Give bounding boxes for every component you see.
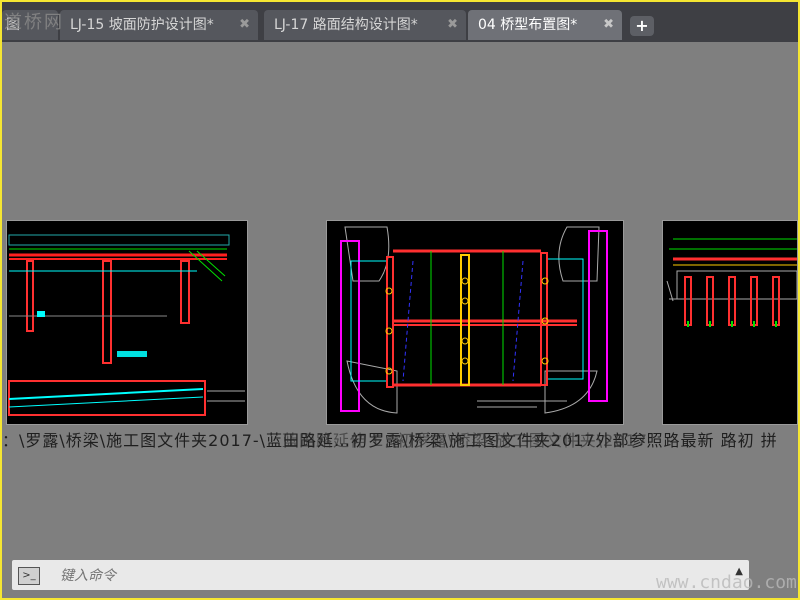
drawing-preview-1[interactable] (6, 220, 248, 425)
tab-lj17[interactable]: LJ-17 路面结构设计图* ✖ (264, 10, 466, 40)
drawing-preview-2[interactable] (326, 220, 624, 425)
tab-04-bridge-layout[interactable]: 04 桥型布置图* ✖ (468, 10, 622, 40)
tab-bar: 图 LJ-15 坡面防护设计图* ✖ LJ-17 路面结构设计图* ✖ 04 桥… (2, 2, 798, 42)
tab-lj15[interactable]: LJ-15 坡面防护设计图* ✖ (60, 10, 258, 40)
tab-label: LJ-17 路面结构设计图* (274, 17, 418, 33)
terminal-icon[interactable]: >_ (18, 567, 40, 585)
drawing-thumbnail-2 (340, 226, 608, 414)
watermark-logo: 道桥网 (4, 12, 64, 33)
close-icon[interactable]: ✖ (447, 10, 458, 40)
drawing-path-label-overlap: 蓝田路延伸 E:\初罗露\桥梁\施工图文件夹\2017 (282, 431, 648, 450)
close-icon[interactable]: ✖ (603, 10, 614, 40)
tab-label: 04 桥型布置图* (478, 17, 578, 33)
add-tab-button[interactable]: + (630, 16, 654, 36)
tab-label: LJ-15 坡面防护设计图* (70, 17, 214, 33)
app-frame: 图 LJ-15 坡面防护设计图* ✖ LJ-17 路面结构设计图* ✖ 04 桥… (0, 0, 800, 600)
command-line: >_ ▲ (12, 560, 749, 592)
drawing-thumbnail-1 (8, 234, 245, 416)
drawing-thumbnail-3 (666, 238, 797, 327)
close-icon[interactable]: ✖ (239, 10, 250, 40)
watermark-url: www.cndao.com (656, 572, 797, 593)
command-input[interactable] (58, 560, 722, 592)
drawing-preview-3[interactable] (662, 220, 798, 425)
